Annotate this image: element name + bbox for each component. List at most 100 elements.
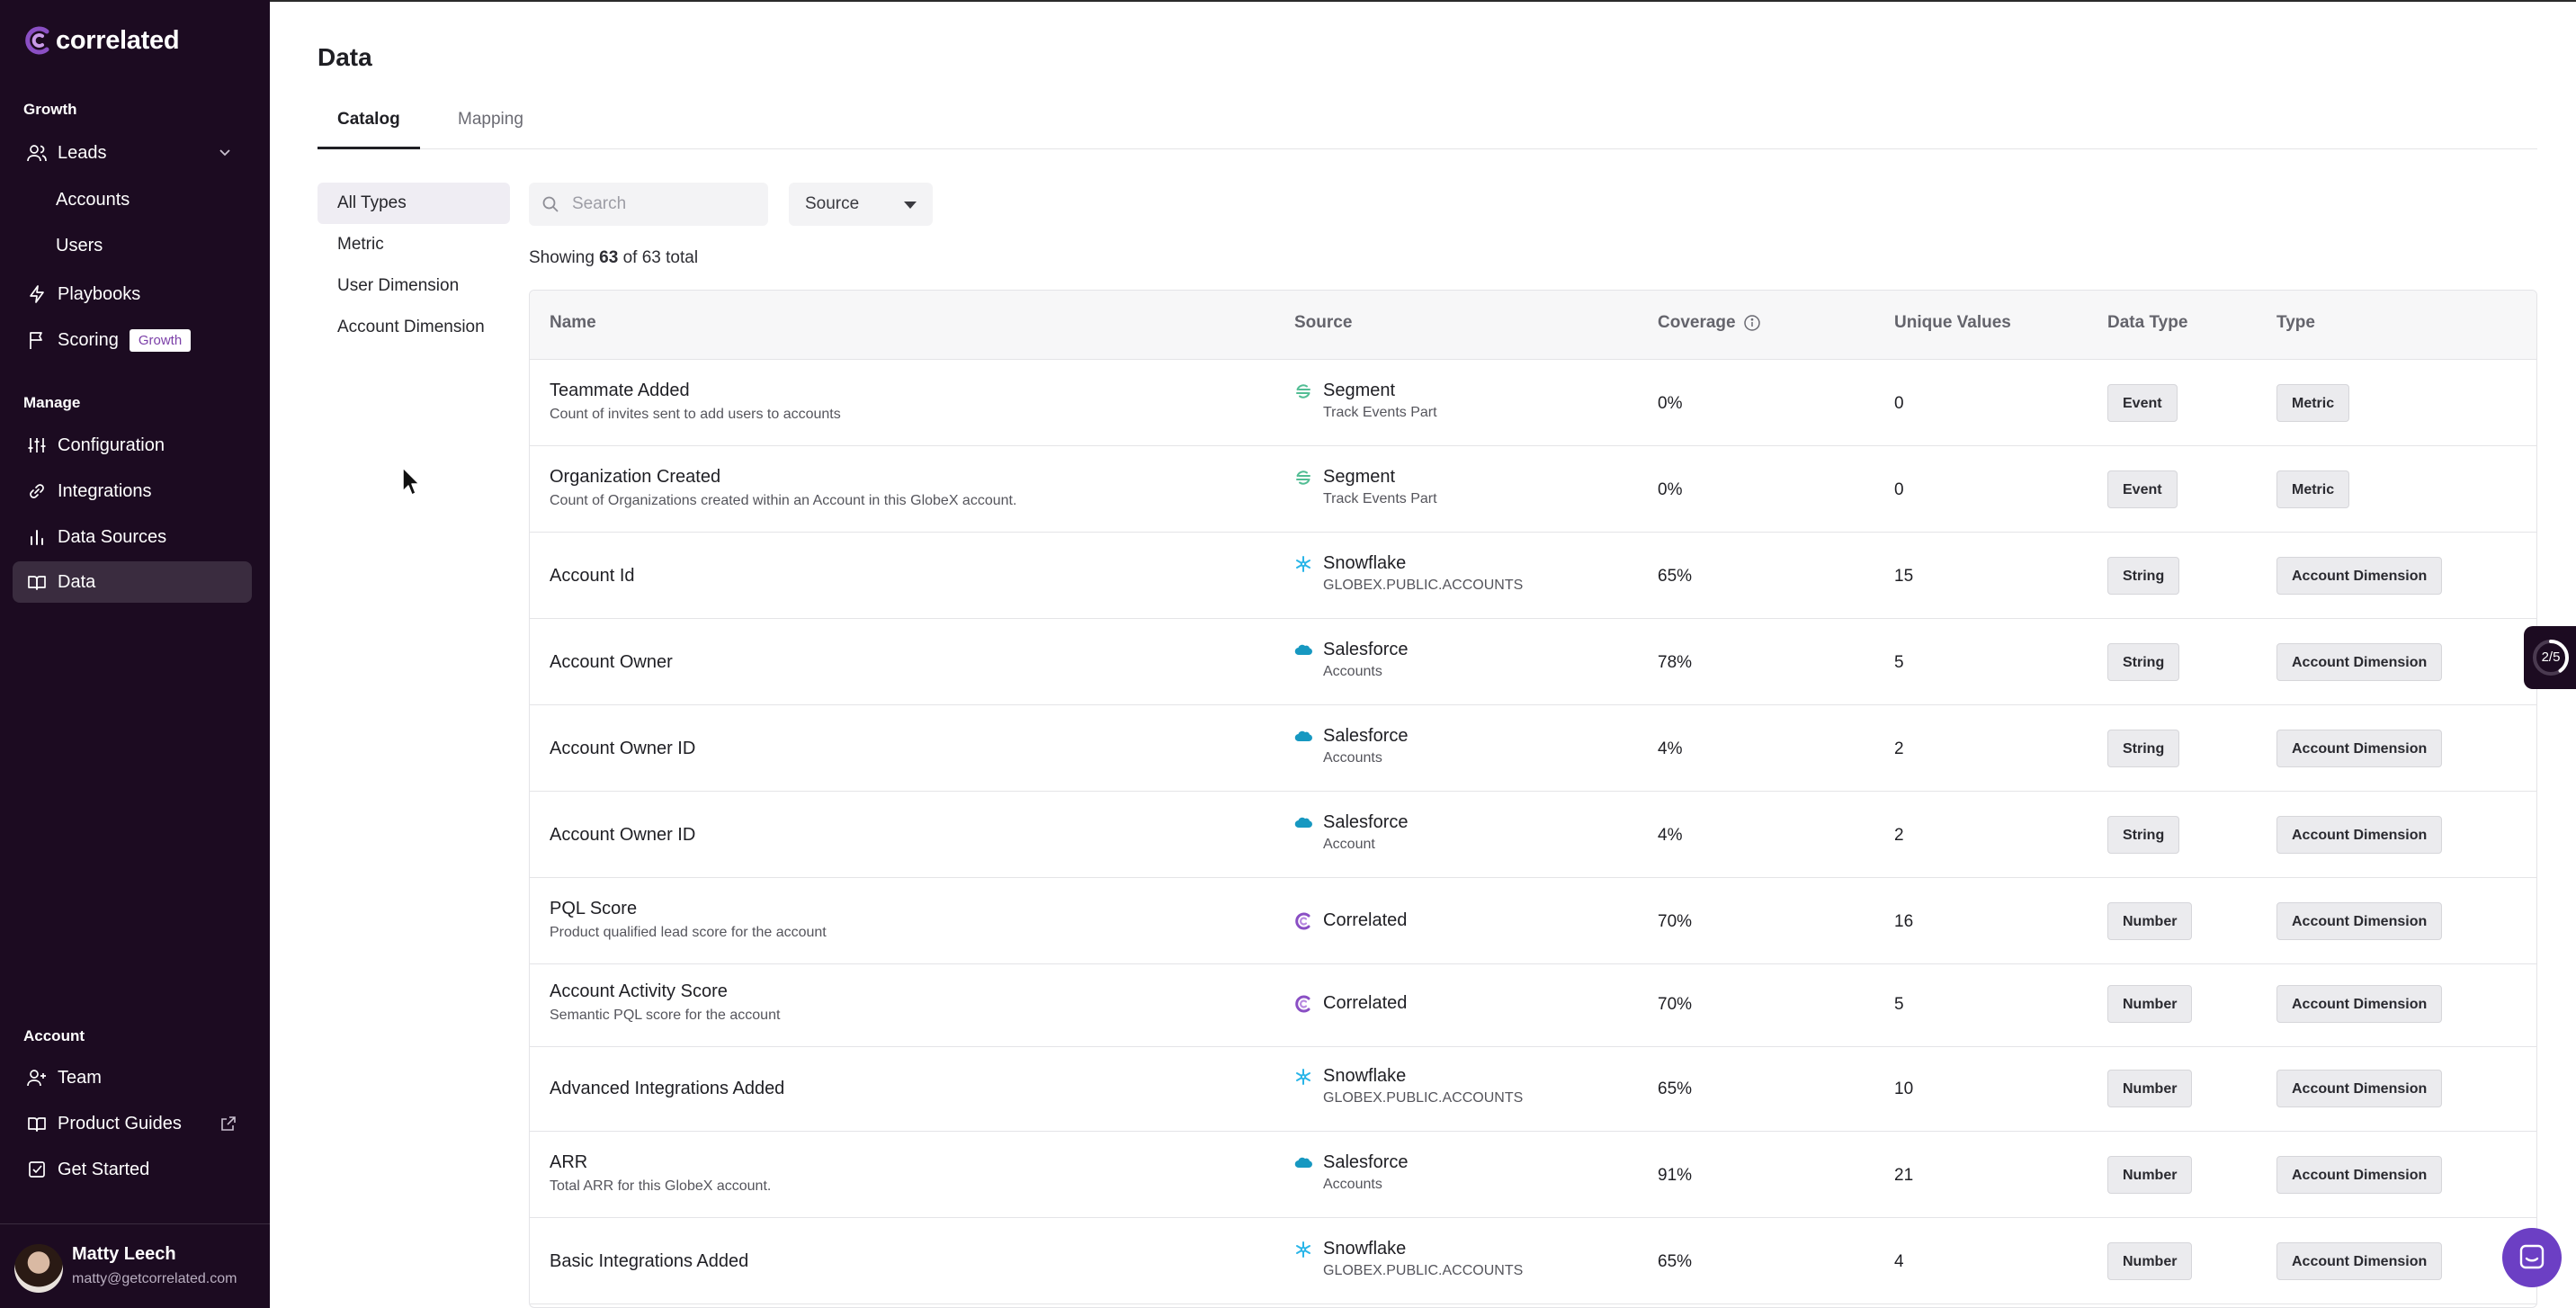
source-dropdown[interactable]: Source [789,183,933,226]
row-source-cell: Salesforce Accounts [1294,726,1409,766]
table-row[interactable]: Teammate Added Count of invites sent to a… [530,361,2536,446]
brand-logo[interactable]: correlated [23,25,180,56]
salesforce-icon [1294,1154,1312,1172]
row-type: Account Dimension [2276,643,2443,681]
sidebar-item-scoring[interactable]: Scoring Growth [13,319,252,361]
row-description: Product qualified lead score for the acc… [550,925,827,940]
type-badge: Account Dimension [2276,557,2443,595]
filter-user-dimension[interactable]: User Dimension [318,265,510,307]
row-source-cell: Segment Track Events Part [1294,467,1437,507]
row-description: Semantic PQL score for the account [550,1008,781,1023]
type-filter-list: All Types Metric User Dimension Account … [318,183,510,348]
data-type-badge: Number [2107,902,2193,940]
column-header-type[interactable]: Type [2276,313,2315,333]
info-icon[interactable] [1743,314,1761,332]
table-row[interactable]: Account Id Snowflake GLOBEX.PUBLIC.ACCOUNT… [530,533,2536,619]
row-type: Account Dimension [2276,816,2443,854]
type-badge: Account Dimension [2276,1070,2443,1107]
result-count: Showing 63 of 63 total [529,248,698,268]
table-row[interactable]: Account Owner ID Salesforce Accounts 4% 2 Str… [530,706,2536,792]
row-source-name: Salesforce [1323,1152,1409,1172]
row-name: Account Owner ID [550,739,696,758]
row-coverage: 0% [1658,480,1683,499]
row-source-detail: Account [1323,837,1375,852]
table-row[interactable]: Basic Integrations Added Snowflake GLOBEX.… [530,1219,2536,1304]
filter-metric[interactable]: Metric [318,224,510,265]
caret-down-icon [904,202,917,209]
row-name: Account Owner ID [550,825,696,845]
row-source-detail: GLOBEX.PUBLIC.ACCOUNTS [1323,1263,1524,1278]
table-row[interactable]: Advanced Integrations Added Snowflake GLOB… [530,1046,2536,1132]
sidebar-item-label: Scoring [58,329,119,350]
sidebar-item-get-started[interactable]: Get Started [13,1149,252,1190]
row-name-cell: PQL Score Product qualified lead score fo… [550,899,827,941]
chevron-down-icon[interactable] [216,143,234,161]
search-input[interactable] [572,183,761,226]
type-badge: Account Dimension [2276,730,2443,767]
column-header-name[interactable]: Name [550,313,596,333]
sidebar-item-configuration[interactable]: Configuration [13,425,252,466]
data-type-badge: String [2107,730,2180,767]
sidebar-item-accounts[interactable]: Accounts [13,179,252,220]
row-source-cell: Correlated [1294,910,1407,931]
filter-all-types[interactable]: All Types [318,183,510,224]
sidebar-item-team[interactable]: Team [13,1057,252,1098]
row-source-cell: Snowflake GLOBEX.PUBLIC.ACCOUNTS [1294,1239,1523,1279]
row-source-cell: Salesforce Account [1294,812,1409,853]
user-name: Matty Leech [72,1244,176,1264]
tab-bar: Catalog Mapping [318,106,2537,149]
type-badge: Account Dimension [2276,816,2443,854]
filter-account-dimension[interactable]: Account Dimension [318,307,510,348]
book-open-icon [27,572,47,592]
tab-catalog[interactable]: Catalog [318,106,420,149]
chat-button[interactable] [2502,1228,2562,1287]
row-coverage: 65% [1658,1252,1693,1271]
sidebar-item-users[interactable]: Users [13,225,252,266]
table-row[interactable]: Account Owner Salesforce Accounts 78% 5 Strin… [530,620,2536,705]
row-name: ARR [550,1152,588,1172]
tab-mapping[interactable]: Mapping [438,106,543,149]
sidebar-item-data[interactable]: Data [13,561,252,603]
row-name-cell: Account Activity Score Semantic PQL score… [550,981,780,1024]
column-header-unique-values[interactable]: Unique Values [1894,313,2011,333]
source-dropdown-label: Source [805,194,860,213]
row-type: Account Dimension [2276,902,2443,940]
chat-icon [2519,1244,2545,1269]
row-data-type: Event [2107,470,2178,508]
column-header-label: Coverage [1658,313,1736,332]
row-unique-values: 15 [1894,567,1914,586]
row-data-type: Event [2107,384,2178,422]
row-data-type: String [2107,643,2180,681]
data-type-badge: Number [2107,985,2193,1023]
sidebar-item-playbooks[interactable]: Playbooks [13,273,252,315]
link-icon [27,481,47,501]
type-badge: Account Dimension [2276,1156,2443,1194]
row-type: Account Dimension [2276,557,2443,595]
sidebar-item-integrations[interactable]: Integrations [13,470,252,512]
row-source-name: Segment [1323,381,1396,400]
row-coverage: 65% [1658,567,1693,586]
row-name-cell: Basic Integrations Added [550,1251,748,1272]
sidebar-item-label: Playbooks [58,283,141,304]
column-header-source[interactable]: Source [1294,313,1352,333]
table-row[interactable]: Organization Created Count of Organizatio… [530,447,2536,533]
user-profile[interactable]: Matty Leech matty@getcorrelated.com [0,1223,270,1308]
sidebar-item-data-sources[interactable]: Data Sources [13,516,252,558]
data-catalog-table: Name Source Coverage Unique Values Data … [529,290,2537,1308]
table-row[interactable]: Account Owner ID Salesforce Account 4% 2 Stri… [530,793,2536,878]
table-row[interactable]: Account Activity Score Semantic PQL score… [530,962,2536,1047]
sidebar-item-label: Configuration [58,435,165,455]
lightning-icon [27,284,47,304]
sidebar-item-leads[interactable]: Leads [13,132,252,174]
table-row[interactable]: PQL Score Product qualified lead score fo… [530,879,2536,964]
column-header-label: Data Type [2107,313,2188,332]
sidebar-item-product-guides[interactable]: Product Guides [13,1103,252,1144]
users-icon [27,143,47,163]
column-header-coverage[interactable]: Coverage [1658,313,1761,333]
table-row[interactable]: ARR Total ARR for this GlobeX account. Sal… [530,1133,2536,1218]
row-name: Account Id [550,566,635,586]
salesforce-icon [1294,814,1312,832]
row-unique-values: 5 [1894,653,1904,672]
onboarding-progress-widget[interactable]: 2/5 [2524,626,2576,689]
column-header-data-type[interactable]: Data Type [2107,313,2187,333]
